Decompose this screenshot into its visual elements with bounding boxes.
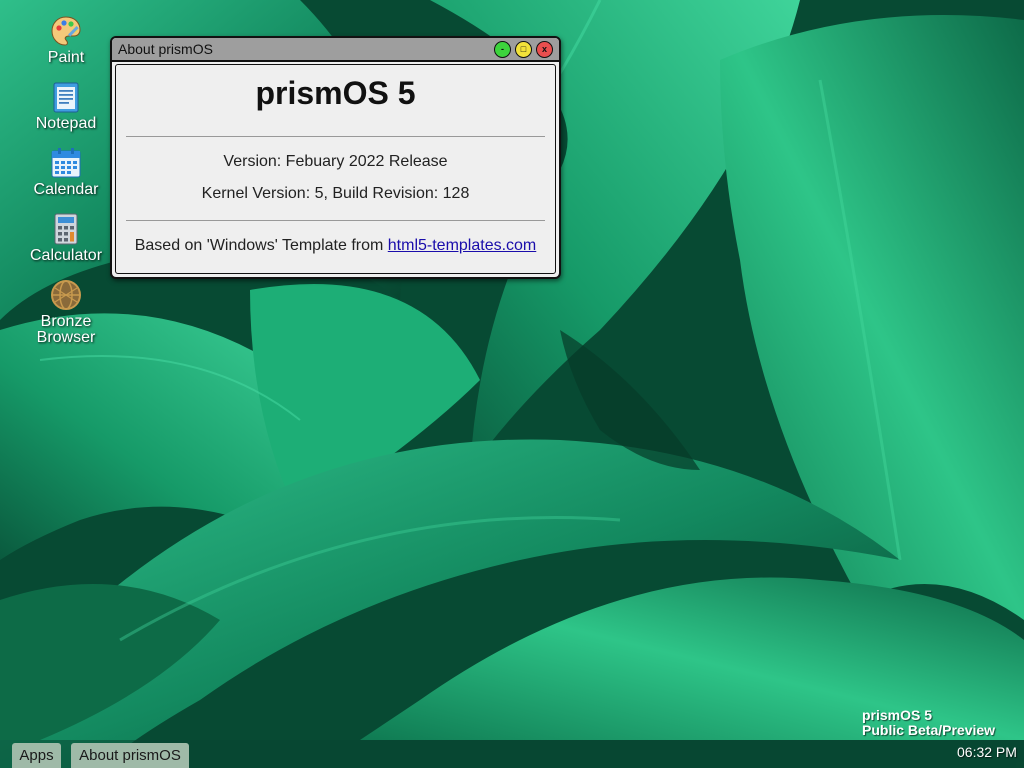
desktop-icon-label: Calculator [29, 247, 103, 264]
product-heading: prismOS 5 [255, 75, 416, 111]
divider [126, 136, 545, 137]
window-title: About prismOS [118, 41, 213, 57]
divider [126, 220, 545, 221]
os-branding: prismOS 5 Public Beta/Preview [862, 708, 995, 738]
taskbar-clock: 06:32 PM [957, 744, 1017, 760]
desktop-icon-calculator[interactable]: Calculator [14, 212, 118, 264]
desktop-icons: Paint Notepad Calendar Calculator Bronze… [14, 14, 118, 360]
desktop-icon-calendar[interactable]: Calendar [14, 146, 118, 198]
based-on-text: Based on 'Windows' Template from html5-t… [116, 237, 555, 255]
desktop-icon-bronze-browser[interactable]: Bronze Browser [14, 278, 118, 346]
window-titlebar[interactable]: About prismOS - □ x [112, 38, 559, 62]
calculator-icon [49, 212, 83, 246]
branding-edition: Public Beta/Preview [862, 722, 996, 738]
desktop-icon-label: Bronze Browser [36, 313, 96, 346]
about-window: About prismOS - □ x prismOS 5 Version: F… [110, 36, 561, 279]
minimize-button[interactable]: - [494, 40, 511, 58]
version-text: Version: Febuary 2022 Release [223, 153, 448, 170]
desktop-icon-label: Paint [47, 49, 85, 66]
notepad-icon [49, 80, 83, 114]
taskbar-window-about[interactable]: About prismOS [71, 743, 189, 768]
desktop-icon-label: Calendar [33, 181, 99, 198]
branding-name: prismOS 5 [862, 707, 933, 723]
template-link[interactable]: html5-templates.com [388, 237, 537, 254]
globe-icon [49, 278, 83, 312]
paint-palette-icon [49, 14, 83, 48]
window-body: prismOS 5 Version: Febuary 2022 Release … [115, 64, 556, 274]
apps-button[interactable]: Apps [12, 743, 61, 768]
taskbar: Apps About prismOS [0, 740, 1024, 768]
desktop-icon-paint[interactable]: Paint [14, 14, 118, 66]
kernel-version-text: Kernel Version: 5, Build Revision: 128 [201, 185, 470, 202]
calendar-icon [49, 146, 83, 180]
maximize-button[interactable]: □ [515, 40, 532, 58]
desktop-icon-notepad[interactable]: Notepad [14, 80, 118, 132]
based-on-label: Based on 'Windows' Template from [134, 237, 388, 254]
desktop-icon-label: Notepad [35, 115, 97, 132]
close-button[interactable]: x [536, 40, 553, 58]
